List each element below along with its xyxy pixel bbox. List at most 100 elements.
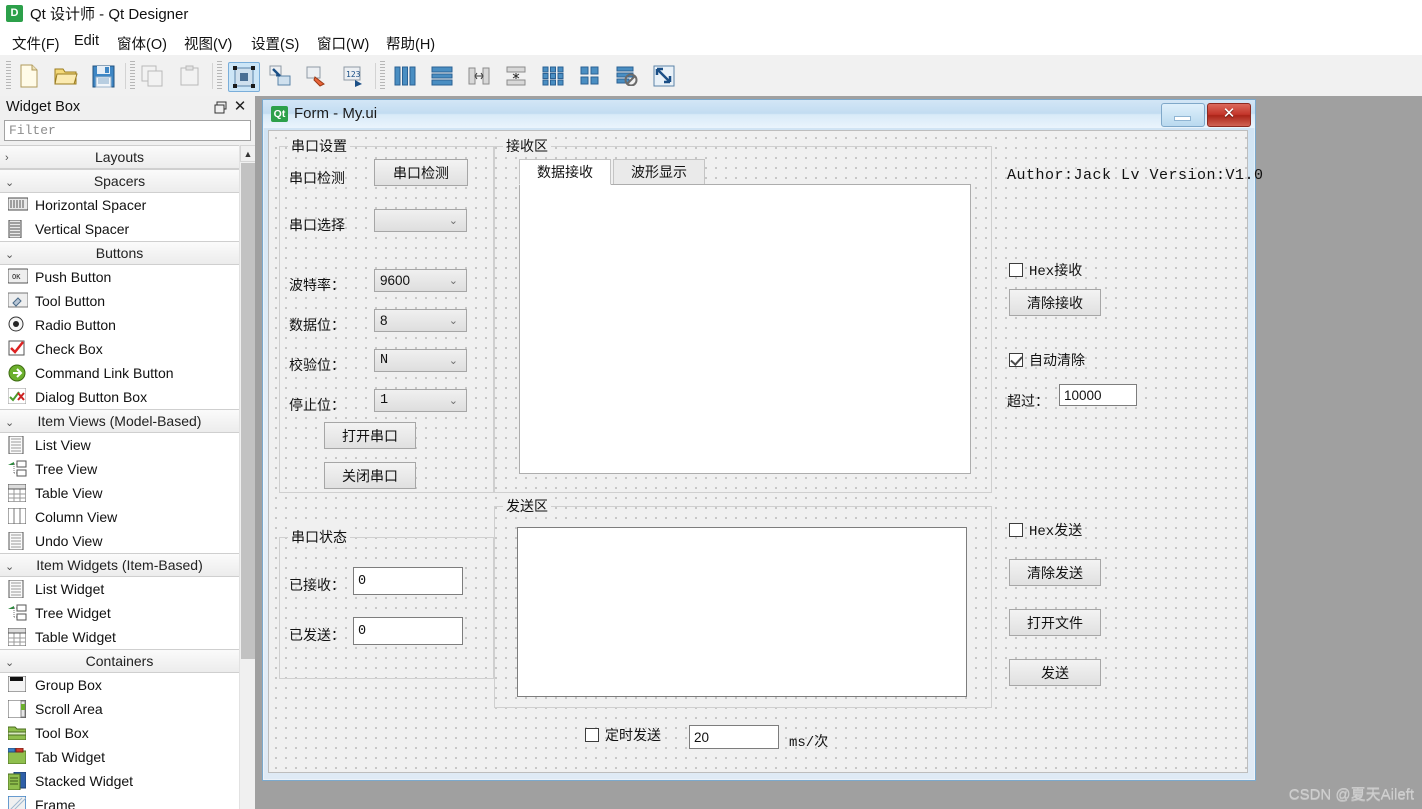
- widget-category-buttons[interactable]: ⌄ Buttons: [0, 241, 239, 265]
- hex-receive-checkbox[interactable]: Hex接收: [1009, 260, 1082, 280]
- hex-send-checkbox[interactable]: Hex发送: [1009, 520, 1082, 540]
- tab-waveform-display[interactable]: 波形显示: [613, 159, 705, 185]
- databits-combo[interactable]: 8 ⌄: [374, 309, 467, 332]
- receive-tab-widget: 数据接收 波形显示: [519, 159, 971, 474]
- widget-item-tab-widget[interactable]: Tab Widget: [0, 745, 239, 769]
- auto-clear-label: 自动清除: [1029, 352, 1085, 368]
- widget-item-vertical-spacer[interactable]: Vertical Spacer: [0, 217, 239, 241]
- widget-category-item-widgets-item-based[interactable]: ⌄ Item Widgets (Item-Based): [0, 553, 239, 577]
- edit-signals-slots-icon[interactable]: [265, 62, 295, 90]
- widget-item-tool-box[interactable]: Tool Box: [0, 721, 239, 745]
- form-canvas[interactable]: 串口设置 串口检测 串口检测 串口选择 ⌄ 波特率： 9600 ⌄ 数据位： 8…: [268, 130, 1263, 773]
- stopbits-combo[interactable]: 1 ⌄: [374, 389, 467, 412]
- received-count-field[interactable]: 0: [353, 567, 463, 595]
- clear-send-button[interactable]: 清除发送: [1009, 559, 1101, 586]
- form-title-bar[interactable]: Qt Form - My.ui ✕: [263, 100, 1255, 128]
- clear-receive-button[interactable]: 清除接收: [1009, 289, 1101, 316]
- layout-splitter-vertical-icon[interactable]: [501, 62, 531, 90]
- open-file-button[interactable]: 打开文件: [1009, 609, 1101, 636]
- timed-send-checkbox[interactable]: 定时发送: [585, 725, 661, 745]
- table-widget-icon: [7, 627, 28, 647]
- widget-item-tool-button[interactable]: Tool Button: [0, 289, 239, 313]
- widget-item-undo-view[interactable]: Undo View: [0, 529, 239, 553]
- baud-combo[interactable]: 9600 ⌄: [374, 269, 467, 292]
- parity-combo[interactable]: N ⌄: [374, 349, 467, 372]
- widget-item-frame[interactable]: Frame: [0, 793, 239, 809]
- layout-grid-icon[interactable]: [538, 62, 568, 90]
- open-form-icon[interactable]: [51, 62, 81, 90]
- edit-widgets-icon[interactable]: [228, 62, 260, 92]
- auto-clear-checkbox[interactable]: 自动清除: [1009, 350, 1085, 370]
- widget-category-containers[interactable]: ⌄ Containers: [0, 649, 239, 673]
- widget-category-layouts[interactable]: › Layouts: [0, 145, 239, 169]
- minimize-icon[interactable]: [1161, 103, 1205, 127]
- menu-item-window[interactable]: 窗口(W): [313, 32, 373, 55]
- break-layout-icon[interactable]: [612, 62, 642, 90]
- widget-item-stacked-widget[interactable]: Stacked Widget: [0, 769, 239, 793]
- float-dock-icon[interactable]: [214, 101, 227, 114]
- sent-count-field[interactable]: 0: [353, 617, 463, 645]
- close-icon[interactable]: ✕: [1207, 103, 1251, 127]
- widget-item-command-link-button[interactable]: Command Link Button: [0, 361, 239, 385]
- widget-item-list-view[interactable]: List View: [0, 433, 239, 457]
- widget-item-table-view[interactable]: Table View: [0, 481, 239, 505]
- adjust-size-icon[interactable]: [649, 62, 679, 90]
- chevron-down-icon: ⌄: [448, 315, 458, 327]
- widget-item-scroll-area[interactable]: Scroll Area: [0, 697, 239, 721]
- edit-tab-order-icon[interactable]: 123: [339, 62, 369, 90]
- widget-item-list-widget[interactable]: List Widget: [0, 577, 239, 601]
- port-select-combo[interactable]: ⌄: [374, 209, 467, 232]
- over-threshold-field[interactable]: 10000: [1059, 384, 1137, 406]
- menu-item-settings[interactable]: 设置(S): [247, 32, 303, 55]
- toolbar-grip[interactable]: [130, 61, 135, 90]
- menu-item-help[interactable]: 帮助(H): [382, 32, 439, 55]
- chevron-down-icon: ⌄: [448, 275, 458, 287]
- menu-item-form[interactable]: 窗体(O): [113, 32, 171, 55]
- layout-splitter-horizontal-icon[interactable]: [464, 62, 494, 90]
- menu-item-edit[interactable]: Edit: [70, 32, 103, 50]
- layout-horizontally-icon[interactable]: [390, 62, 420, 90]
- chevron-up-icon[interactable]: ▲: [240, 145, 256, 162]
- send-text-area[interactable]: [517, 527, 967, 697]
- widget-item-horizontal-spacer[interactable]: Horizontal Spacer: [0, 193, 239, 217]
- toolbar-grip[interactable]: [217, 61, 222, 90]
- menu-item-view[interactable]: 视图(V): [180, 32, 236, 55]
- menu-item-file[interactable]: 文件(F): [8, 32, 64, 55]
- serial-detect-button[interactable]: 串口检测: [374, 159, 468, 186]
- search-input[interactable]: [5, 121, 250, 140]
- widget-item-group-box[interactable]: Group Box: [0, 673, 239, 697]
- open-serial-button[interactable]: 打开串口: [324, 422, 416, 449]
- cut-copy-icon[interactable]: [138, 62, 168, 90]
- widget-list[interactable]: › Layouts ⌄ Spacers Horizontal Spacer Vertica…: [0, 145, 239, 809]
- receive-text-area[interactable]: [519, 184, 971, 474]
- widget-item-column-view[interactable]: Column View: [0, 505, 239, 529]
- new-form-icon[interactable]: [14, 62, 44, 90]
- send-button[interactable]: 发送: [1009, 659, 1101, 686]
- widget-item-dialog-button-box[interactable]: Dialog Button Box: [0, 385, 239, 409]
- toolbar-grip[interactable]: [380, 61, 385, 90]
- widget-list-scrollbar[interactable]: ▲: [239, 145, 256, 809]
- widget-item-table-widget[interactable]: Table Widget: [0, 625, 239, 649]
- layout-form-icon[interactable]: [575, 62, 605, 90]
- tab-data-receive[interactable]: 数据接收: [519, 159, 611, 185]
- close-icon[interactable]: ✕: [233, 99, 247, 114]
- close-serial-button[interactable]: 关闭串口: [324, 462, 416, 489]
- widget-category-spacers[interactable]: ⌄ Spacers: [0, 169, 239, 193]
- widget-item-tree-view[interactable]: Tree View: [0, 457, 239, 481]
- databits-label: 数据位：: [289, 317, 345, 333]
- widget-item-tree-widget[interactable]: Tree Widget: [0, 601, 239, 625]
- edit-buddies-icon[interactable]: [302, 62, 332, 90]
- layout-vertically-icon[interactable]: [427, 62, 457, 90]
- save-form-icon[interactable]: [88, 62, 118, 90]
- widget-item-check-box[interactable]: Check Box: [0, 337, 239, 361]
- command-link-button-icon: [8, 364, 28, 382]
- send-interval-value: 20: [694, 729, 710, 745]
- widget-item-radio-button[interactable]: Radio Button: [0, 313, 239, 337]
- widget-category-item-views-model-based[interactable]: ⌄ Item Views (Model-Based): [0, 409, 239, 433]
- send-interval-field[interactable]: 20: [689, 725, 779, 749]
- paste-icon[interactable]: [175, 62, 205, 90]
- widget-item-push-button[interactable]: OK Push Button: [0, 265, 239, 289]
- widget-filter-field[interactable]: [4, 120, 251, 141]
- toolbar-grip[interactable]: [6, 61, 11, 90]
- scrollbar-thumb[interactable]: [241, 163, 255, 659]
